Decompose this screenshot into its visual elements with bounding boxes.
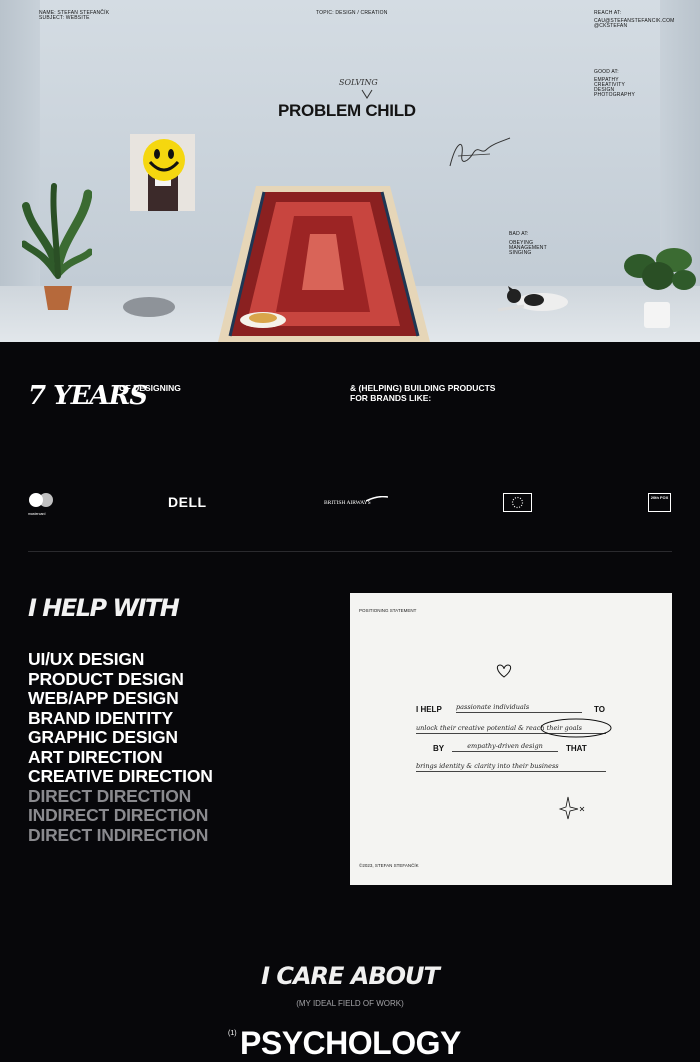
care-title-handwritten: I CARE ABOUT — [261, 962, 440, 990]
care-item-label: PSYCHOLOGY — [240, 1025, 461, 1061]
bad-item: SINGING — [509, 250, 532, 256]
good-item: PHOTOGRAPHY — [594, 92, 636, 98]
service-item-dim: INDIRECT DIRECTION — [28, 805, 209, 825]
british-airways-logo: BRITISH AIRWAYS — [324, 500, 371, 506]
hero-room: NAME: STEFAN STEFANČÍK SUBJECT: WEBSITE … — [0, 0, 700, 342]
food-plate — [240, 312, 286, 328]
line4-script: brings identity & clarity into their bus… — [416, 762, 606, 772]
help-title-handwritten: I HELP WITH — [28, 594, 180, 622]
stone-pouf — [123, 297, 175, 317]
sparkle-doodle-icon — [558, 796, 585, 820]
by-label: BY — [433, 744, 445, 753]
reach-label: REACH AT: — [594, 10, 622, 16]
services-list: UI/UX DESIGN PRODUCT DESIGN WEB/APP DESI… — [28, 649, 213, 845]
positioning-card: POSITIONING STATEMENT I HELP passionate … — [350, 593, 672, 885]
i-help-label: I HELP — [416, 705, 442, 714]
that-label: THAT — [566, 744, 587, 753]
eu-stars-icon — [511, 496, 524, 509]
bad-label: BAD AT: — [509, 231, 529, 237]
service-item: WEB/APP DESIGN — [28, 688, 179, 708]
section-divider — [28, 551, 672, 552]
cat-photo — [497, 286, 568, 312]
to-label: TO — [594, 705, 605, 714]
right-wall — [660, 0, 700, 286]
subject-line: SUBJECT: WEBSITE — [39, 15, 90, 21]
service-item-dim: DIRECT DIRECTION — [28, 785, 192, 806]
mastercard-circles-icon — [29, 493, 53, 507]
page-title: PROBLEM CHILD — [278, 101, 416, 120]
line1-script: passionate individuals — [456, 703, 582, 713]
ba-speedmark-icon — [366, 496, 388, 502]
caret-annotation — [361, 89, 373, 99]
good-label: GOOD AT: — [594, 69, 619, 75]
service-item: BRAND IDENTITY — [28, 707, 173, 728]
care-item-number: (1) — [228, 1030, 237, 1037]
care-subtitle: (MY IDEAL FIELD OF WORK) — [296, 999, 404, 1008]
building-line-1: & (HELPING) BUILDING PRODUCTS — [350, 383, 496, 393]
positioning-footer: ©2023, STEFAN STEFANČÍK — [359, 863, 419, 868]
smiley-icon — [143, 139, 185, 181]
service-item: PRODUCT DESIGN — [28, 668, 184, 689]
plant-left — [22, 183, 92, 310]
service-item: UI/UX DESIGN — [28, 649, 145, 669]
of-designing-label: OF DESIGNING — [119, 383, 181, 393]
service-item: ART DIRECTION — [28, 746, 163, 767]
mastercard-logo: mastercard — [28, 492, 54, 516]
positioning-label: POSITIONING STATEMENT — [359, 608, 417, 613]
building-line-2: FOR BRANDS LIKE: — [350, 393, 432, 403]
mastercard-wordmark: mastercard — [28, 512, 46, 516]
plant-right — [624, 248, 696, 328]
signature-icon — [449, 137, 511, 167]
circled-goal-doodle — [540, 718, 612, 738]
fox-logo: 20th FOX — [648, 493, 671, 512]
line3-script: empathy-driven design — [452, 742, 558, 752]
service-item: GRAPHIC DESIGN — [28, 727, 178, 747]
heart-doodle-icon — [496, 664, 512, 678]
eu-flag-logo — [503, 493, 532, 512]
service-item-dim: DIRECT INDIRECTION — [28, 824, 209, 845]
portrait-photo — [130, 134, 195, 211]
reach-handle[interactable]: @CKSTEFAN — [594, 23, 627, 29]
topic-line: TOPIC: DESIGN / CREATION — [316, 10, 388, 16]
title-annotation: SOLVING — [339, 78, 378, 87]
service-item: CREATIVE DIRECTION — [28, 766, 213, 786]
dell-logo: DELL — [168, 494, 207, 510]
